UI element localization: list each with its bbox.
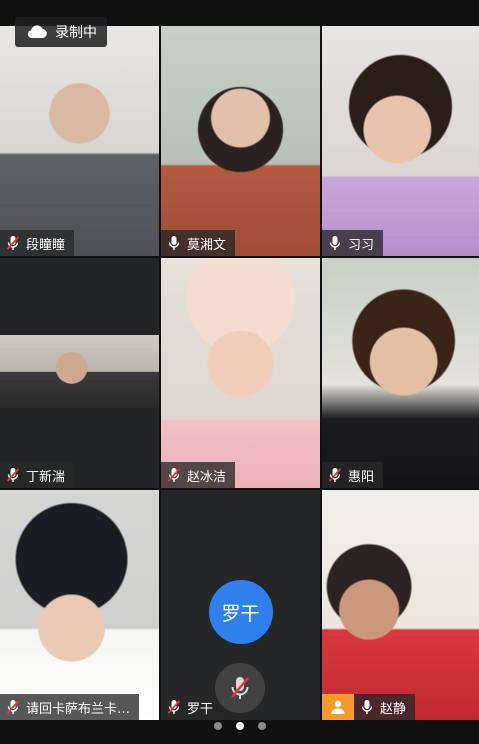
- participant-name: 习习: [348, 237, 375, 253]
- video-feed: [322, 490, 479, 720]
- mic-muted-icon: [328, 468, 342, 482]
- video-feed: [0, 490, 159, 720]
- cloud-icon: [27, 25, 47, 39]
- mic-icon: [168, 236, 180, 250]
- page-dot[interactable]: [257, 722, 266, 730]
- participant-name-tag: 罗干: [161, 694, 223, 720]
- mic-icon: [329, 236, 341, 250]
- person-icon: [331, 700, 345, 714]
- participant-name: 惠阳: [348, 469, 375, 485]
- mic-muted-icon: [6, 700, 20, 714]
- video-grid: 段瞳瞳 莫湘文 习习 丁新湍 赵冰洁 惠阳 请回卡萨布兰卡… 罗干 罗干 赵静: [0, 26, 479, 720]
- meeting-screen: 段瞳瞳 莫湘文 习习 丁新湍 赵冰洁 惠阳 请回卡萨布兰卡… 罗干 罗干 赵静 …: [0, 0, 479, 744]
- participant-name: 赵冰洁: [187, 469, 227, 485]
- mic-muted-icon: [6, 468, 20, 482]
- video-feed: [322, 258, 479, 488]
- avatar: 罗干: [208, 580, 273, 644]
- participant-name: 段瞳瞳: [26, 237, 66, 253]
- video-feed: [161, 258, 320, 488]
- participant-tile[interactable]: 惠阳: [322, 258, 479, 488]
- video-feed: [161, 26, 320, 256]
- mic-muted-icon: [167, 468, 181, 482]
- participant-name-tag: 惠阳: [322, 462, 384, 488]
- participant-name-tag: 习习: [322, 230, 384, 256]
- page-indicator: [0, 722, 479, 736]
- mic-muted-icon: [231, 677, 249, 699]
- page-dot[interactable]: [213, 722, 222, 730]
- participant-tile[interactable]: 丁新湍: [0, 258, 159, 488]
- participant-tile[interactable]: 莫湘文: [161, 26, 320, 256]
- recording-badge[interactable]: 录制中: [15, 17, 107, 47]
- mic-muted-icon: [6, 236, 20, 250]
- page-dot-active[interactable]: [235, 722, 244, 730]
- mic-muted-icon: [167, 700, 181, 714]
- video-frame: [0, 335, 159, 408]
- participant-name-tag: 段瞳瞳: [0, 230, 75, 256]
- participant-name: 丁新湍: [26, 469, 66, 485]
- participant-name: 罗干: [187, 701, 214, 717]
- participant-name-tag: 丁新湍: [0, 462, 75, 488]
- participant-name-tag: 赵冰洁: [161, 462, 236, 488]
- mute-toggle-button[interactable]: [215, 663, 265, 713]
- video-feed: [0, 26, 159, 256]
- participant-name: 请回卡萨布兰卡…: [26, 701, 131, 717]
- host-badge: [322, 694, 354, 720]
- participant-tile[interactable]: 赵冰洁: [161, 258, 320, 488]
- participant-tile[interactable]: 段瞳瞳: [0, 26, 159, 256]
- mic-icon: [361, 700, 373, 714]
- participant-tile[interactable]: 请回卡萨布兰卡…: [0, 490, 159, 720]
- participant-tile[interactable]: 赵静: [322, 490, 479, 720]
- participant-name-tag: 莫湘文: [161, 230, 236, 256]
- participant-name-tag: 赵静: [354, 694, 416, 720]
- participant-name: 赵静: [380, 701, 407, 717]
- video-feed: [322, 26, 479, 256]
- recording-label: 录制中: [55, 25, 97, 41]
- participant-name-tag: 请回卡萨布兰卡…: [0, 694, 140, 720]
- participant-tile[interactable]: 习习: [322, 26, 479, 256]
- video-feed: [0, 258, 159, 488]
- participant-name: 莫湘文: [187, 237, 227, 253]
